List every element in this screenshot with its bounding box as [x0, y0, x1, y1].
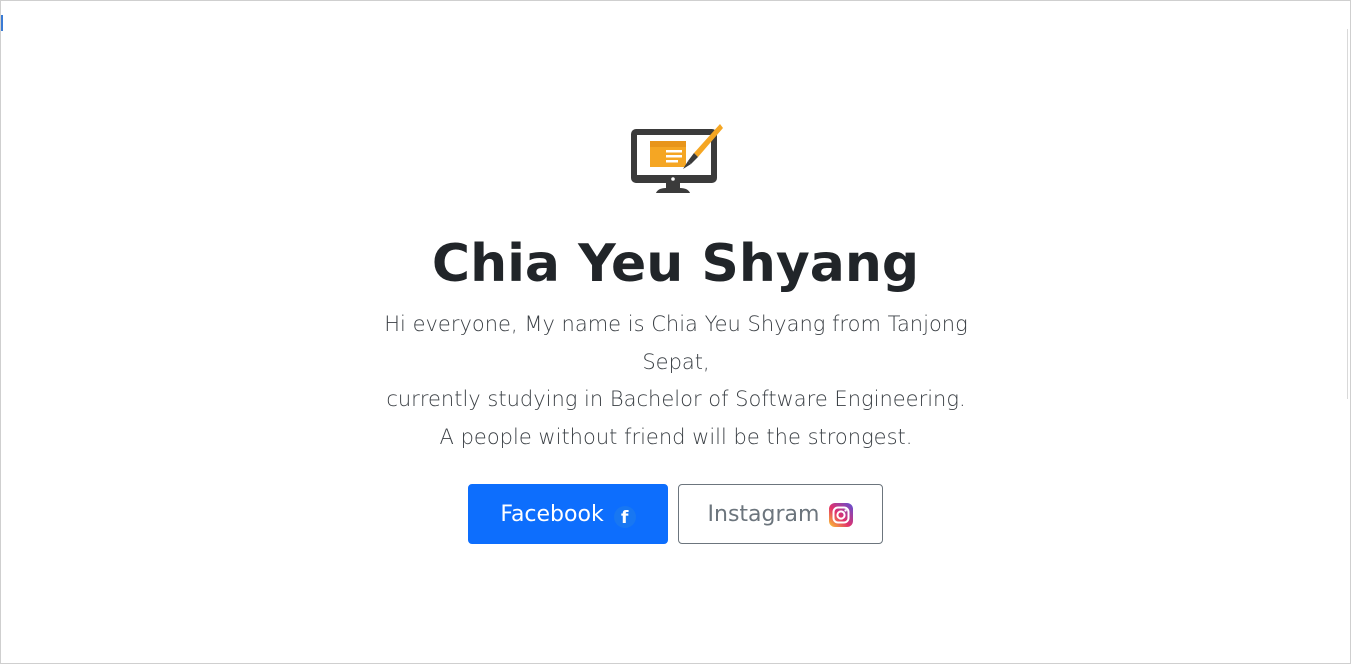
monitor-brush-icon — [628, 123, 724, 197]
intro-line: A people without friend will be the stro… — [439, 424, 913, 449]
facebook-icon: f — [613, 506, 636, 528]
page-frame: Chia Yeu Shyang Hi everyone, My name is … — [0, 0, 1351, 664]
intro-line: Hi everyone, My name is Chia Yeu Shyang … — [384, 312, 968, 336]
instagram-button[interactable]: Instagram — [678, 484, 883, 544]
page-title: Chia Yeu Shyang — [431, 234, 920, 294]
instagram-button-label: Instagram — [707, 501, 820, 527]
facebook-button[interactable]: Facebook f — [468, 484, 668, 544]
intro-paragraph: Hi everyone, My name is Chia Yeu Shyang … — [375, 306, 977, 456]
window-edge-mark — [1, 15, 3, 31]
instagram-icon — [829, 503, 854, 527]
facebook-button-label: Facebook — [500, 501, 604, 527]
intro-line: Sepat, — [642, 349, 710, 374]
scrollbar-track[interactable] — [1347, 29, 1348, 399]
intro-line: currently studying in Bachelor of Softwa… — [386, 387, 966, 411]
